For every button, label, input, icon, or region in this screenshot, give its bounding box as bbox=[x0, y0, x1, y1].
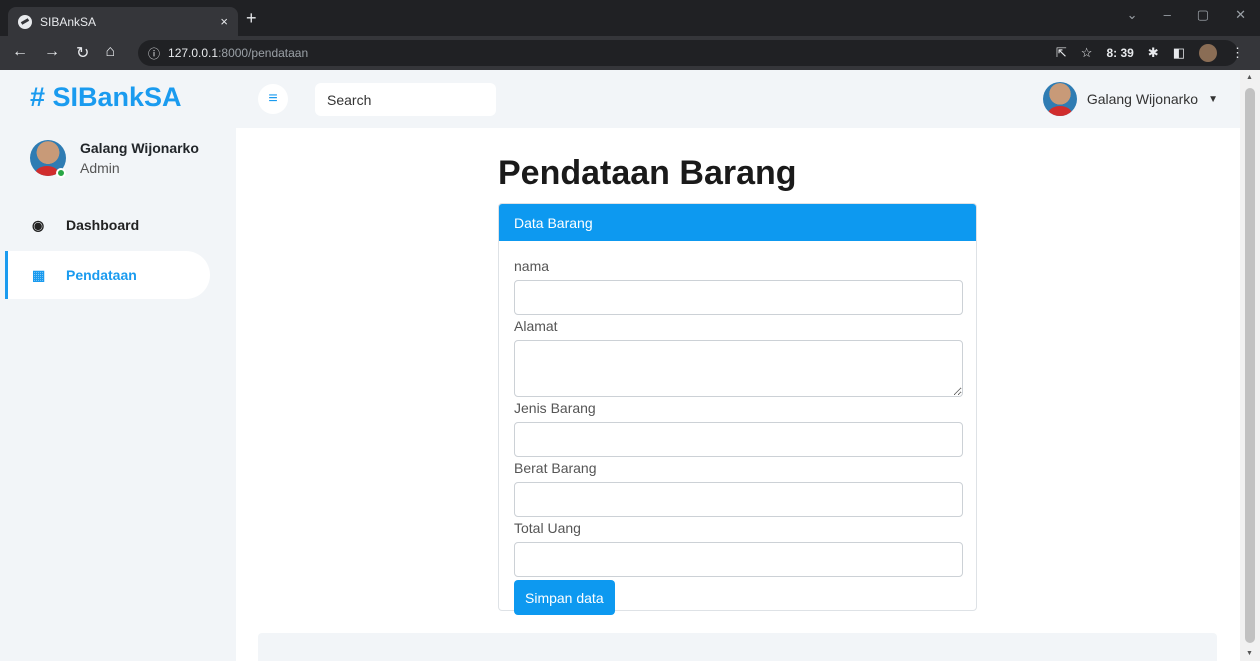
berat-barang-label: Berat Barang bbox=[514, 460, 597, 476]
scroll-thumb[interactable] bbox=[1245, 88, 1255, 643]
browser-menu-icon[interactable]: ⋮ bbox=[1231, 45, 1244, 61]
card-body: nama Alamat Jenis Barang Berat Barang To… bbox=[499, 241, 976, 615]
url-host: 127.0.0.1 bbox=[168, 46, 219, 60]
profile-name: Galang Wijonarko bbox=[80, 140, 199, 156]
grid-icon: ▦ bbox=[32, 266, 46, 283]
sidebar-item-dashboard[interactable]: ◉ Dashboard bbox=[8, 201, 213, 249]
back-icon[interactable]: ← bbox=[12, 43, 28, 63]
tab-search-icon[interactable]: ⌄ bbox=[1127, 7, 1138, 23]
chevron-down-icon: ▼ bbox=[1208, 93, 1218, 105]
maximize-icon[interactable]: ▢ bbox=[1197, 7, 1209, 23]
nama-field[interactable] bbox=[514, 280, 963, 315]
site-info-icon[interactable]: ⓘ bbox=[148, 45, 160, 62]
jenis-barang-field[interactable] bbox=[514, 422, 963, 457]
alamat-field[interactable] bbox=[514, 340, 963, 397]
tab-title: SIBAnkSA bbox=[40, 14, 97, 29]
app-header: # SIBankSA ≡ Galang Wijonarko ▼ bbox=[0, 70, 1240, 128]
total-uang-label: Total Uang bbox=[514, 520, 581, 536]
forward-icon[interactable]: → bbox=[44, 43, 60, 63]
gauge-icon: ◉ bbox=[32, 216, 45, 233]
new-tab-button[interactable]: + bbox=[246, 8, 257, 29]
sidebar-item-label: Dashboard bbox=[66, 217, 140, 233]
card-header: Data Barang bbox=[499, 204, 976, 241]
user-name: Galang Wijonarko bbox=[1086, 91, 1199, 107]
alamat-label: Alamat bbox=[514, 318, 558, 334]
brand-logo[interactable]: # SIBankSA bbox=[30, 82, 182, 113]
tab-close-button[interactable]: × bbox=[220, 14, 228, 29]
browser-tab[interactable]: SIBAnkSA × bbox=[8, 7, 238, 36]
online-status-dot bbox=[56, 168, 66, 178]
reload-icon[interactable]: ↻ bbox=[76, 43, 89, 63]
form-card: Data Barang nama Alamat Jenis Barang Ber… bbox=[498, 203, 977, 615]
profile-role: Admin bbox=[80, 160, 120, 176]
minimize-icon[interactable]: – bbox=[1164, 7, 1171, 23]
bookmark-star-icon[interactable]: ☆ bbox=[1081, 45, 1093, 61]
home-icon[interactable]: ⌂ bbox=[105, 43, 115, 63]
sidebar: Galang Wijonarko Admin ◉ Dashboard ▦ Pen… bbox=[0, 128, 236, 661]
user-menu[interactable]: Galang Wijonarko ▼ bbox=[1042, 82, 1218, 116]
jenis-barang-label: Jenis Barang bbox=[514, 400, 596, 416]
browser-toolbar: ⇱ ☆ 8: 39 ✱ ◧ ⋮ bbox=[1056, 44, 1244, 62]
nav-buttons: ← → ↻ ⌂ bbox=[12, 43, 115, 63]
page-title: Pendataan Barang bbox=[498, 154, 797, 192]
scroll-up-icon[interactable]: ▲ bbox=[1246, 74, 1253, 81]
profile-avatar-icon[interactable] bbox=[1199, 44, 1217, 62]
share-icon[interactable]: ⇱ bbox=[1056, 45, 1067, 61]
sidebar-item-pendataan[interactable]: ▦ Pendataan bbox=[5, 251, 210, 299]
url-path: :8000/pendataan bbox=[218, 46, 309, 60]
address-bar: ← → ↻ ⌂ ⓘ 127.0.0.1:8000/pendataan ⇱ ☆ 8… bbox=[0, 36, 1260, 70]
save-button[interactable]: Simpan data bbox=[514, 580, 615, 615]
berat-barang-field[interactable] bbox=[514, 482, 963, 517]
main-content: Pendataan Barang Data Barang nama Alamat… bbox=[236, 128, 1240, 661]
window-controls: ⌄ – ▢ ✕ bbox=[1127, 7, 1246, 23]
hamburger-icon: ≡ bbox=[268, 90, 278, 107]
nama-label: nama bbox=[514, 258, 550, 274]
footer bbox=[258, 633, 1217, 661]
search-input[interactable] bbox=[315, 83, 496, 116]
hamburger-menu-button[interactable]: ≡ bbox=[258, 84, 288, 114]
browser-tab-strip: SIBAnkSA × + ⌄ – ▢ ✕ bbox=[0, 0, 1260, 36]
side-panel-icon[interactable]: ◧ bbox=[1173, 45, 1185, 61]
favicon-icon bbox=[18, 14, 32, 29]
page-scrollbar[interactable]: ▲ ▼ bbox=[1240, 70, 1260, 661]
scroll-down-icon[interactable]: ▼ bbox=[1246, 650, 1253, 657]
avatar bbox=[1042, 82, 1077, 116]
close-window-icon[interactable]: ✕ bbox=[1235, 7, 1246, 23]
sidebar-item-label: Pendataan bbox=[66, 267, 137, 283]
extension-clock[interactable]: 8: 39 bbox=[1106, 46, 1133, 60]
extensions-icon[interactable]: ✱ bbox=[1148, 45, 1159, 61]
total-uang-field[interactable] bbox=[514, 542, 963, 577]
